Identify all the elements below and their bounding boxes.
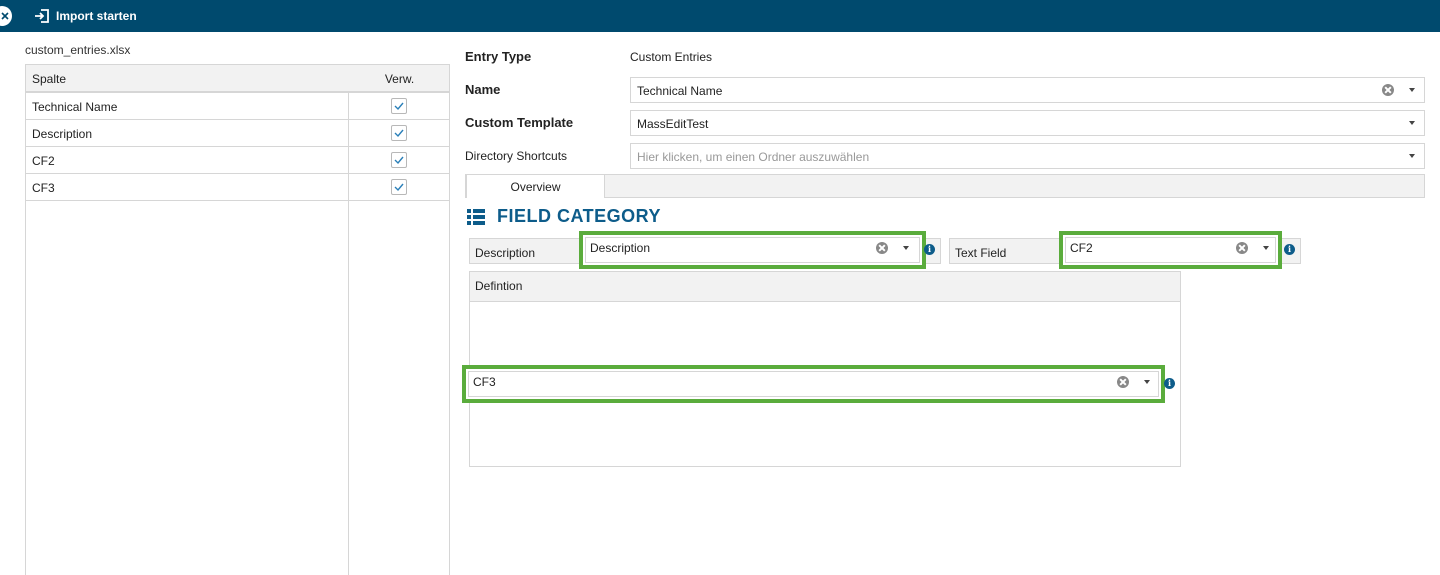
used-checkbox[interactable] bbox=[391, 125, 407, 141]
used-checkbox[interactable] bbox=[391, 179, 407, 195]
check-icon bbox=[394, 129, 404, 138]
description-highlight: Description bbox=[579, 231, 926, 269]
text-field-select[interactable]: CF2 bbox=[1065, 237, 1276, 263]
description-field-label: Description bbox=[475, 246, 536, 260]
clear-icon[interactable] bbox=[1236, 242, 1248, 254]
dropdown-caret-icon[interactable] bbox=[1409, 154, 1415, 158]
list-icon bbox=[467, 208, 485, 225]
directory-shortcuts-select[interactable]: Hier klicken, um einen Ordner auszuwähle… bbox=[630, 143, 1425, 169]
table-row: Technical Name bbox=[26, 93, 449, 120]
clear-icon[interactable] bbox=[1117, 376, 1129, 388]
clear-icon[interactable] bbox=[876, 242, 888, 254]
info-icon[interactable]: i bbox=[1164, 378, 1175, 389]
name-select[interactable]: Technical Name bbox=[630, 77, 1425, 103]
check-icon bbox=[394, 183, 404, 192]
check-icon bbox=[394, 156, 404, 165]
description-select[interactable]: Description bbox=[585, 237, 920, 263]
used-checkbox[interactable] bbox=[391, 152, 407, 168]
name-select-value: Technical Name bbox=[637, 84, 723, 98]
directory-shortcuts-placeholder: Hier klicken, um einen Ordner auszuwähle… bbox=[637, 150, 870, 164]
info-icon[interactable]: i bbox=[1284, 244, 1295, 255]
definition-select-value: CF3 bbox=[473, 375, 496, 389]
table-row: CF3 bbox=[26, 174, 449, 201]
used-checkbox[interactable] bbox=[391, 98, 407, 114]
table-row: Description bbox=[26, 120, 449, 147]
header-column: Spalte bbox=[32, 72, 67, 86]
clear-icon[interactable] bbox=[1382, 84, 1394, 96]
description-select-value: Description bbox=[590, 241, 651, 255]
table-row: CF2 bbox=[26, 147, 449, 174]
import-start-button[interactable]: Import starten bbox=[34, 7, 137, 25]
dropdown-caret-icon[interactable] bbox=[1409, 121, 1415, 125]
check-icon bbox=[394, 102, 404, 111]
dropdown-caret-icon[interactable] bbox=[1409, 88, 1415, 92]
custom-template-select[interactable]: MassEditTest bbox=[630, 110, 1425, 136]
import-icon bbox=[35, 9, 49, 23]
import-start-label: Import starten bbox=[56, 9, 137, 23]
tab-overview[interactable]: Overview bbox=[466, 174, 605, 198]
info-icon[interactable]: i bbox=[924, 244, 935, 255]
custom-template-label: Custom Template bbox=[465, 115, 574, 130]
row-name: Technical Name bbox=[32, 100, 118, 114]
header-used: Verw. bbox=[384, 72, 415, 86]
dropdown-caret-icon[interactable] bbox=[903, 246, 909, 250]
field-category-heading: FIELD CATEGORY bbox=[467, 206, 661, 227]
column-mapping-table: Spalte Verw. Technical Name Description … bbox=[25, 64, 450, 575]
dropdown-caret-icon[interactable] bbox=[1144, 380, 1150, 384]
row-name: Description bbox=[32, 127, 93, 141]
definition-header: Defintion bbox=[470, 272, 1180, 302]
top-toolbar: Import starten bbox=[0, 0, 1440, 32]
name-label: Name bbox=[465, 82, 501, 97]
definition-select[interactable]: CF3 bbox=[468, 371, 1159, 397]
text-field-select-value: CF2 bbox=[1070, 241, 1093, 255]
entry-type-label: Entry Type bbox=[465, 49, 532, 64]
tab-bar: Overview bbox=[465, 174, 1425, 198]
close-button[interactable] bbox=[0, 6, 12, 26]
row-name: CF3 bbox=[32, 181, 55, 195]
entry-type-value: Custom Entries bbox=[630, 50, 713, 64]
row-name: CF2 bbox=[32, 154, 55, 168]
dropdown-caret-icon[interactable] bbox=[1263, 246, 1269, 250]
field-category-title: FIELD CATEGORY bbox=[497, 206, 661, 226]
table-header: Spalte Verw. bbox=[26, 65, 449, 93]
directory-shortcuts-label: Directory Shortcuts bbox=[465, 149, 568, 163]
close-icon bbox=[1, 12, 9, 20]
definition-highlight: CF3 bbox=[462, 365, 1165, 403]
text-field-highlight: CF2 bbox=[1059, 231, 1282, 269]
definition-label: Defintion bbox=[475, 279, 523, 293]
custom-template-value: MassEditTest bbox=[637, 117, 709, 131]
file-name: custom_entries.xlsx bbox=[25, 43, 131, 57]
text-field-label: Text Field bbox=[955, 246, 1007, 260]
